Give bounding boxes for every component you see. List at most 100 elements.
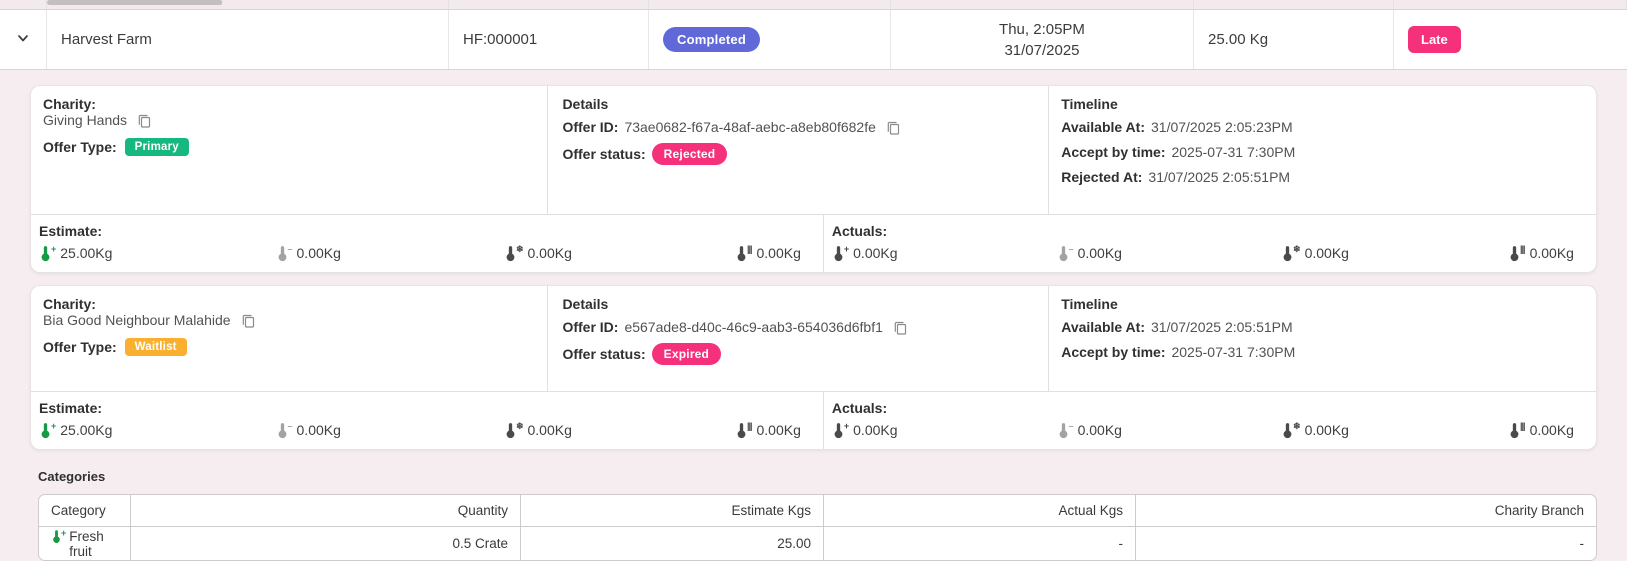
offer-status-badge: Expired bbox=[652, 343, 721, 365]
thermometer-steam-icon: ||| bbox=[1508, 422, 1525, 439]
thermometer-frozen-icon: ❄ bbox=[1281, 245, 1300, 262]
col-header-charity-branch: Charity Branch bbox=[1136, 495, 1596, 526]
thermometer-steam-icon: ||| bbox=[1508, 245, 1525, 262]
donation-row: Harvest Farm HF:000001 Completed Thu, 2:… bbox=[0, 10, 1627, 70]
actual-ambient: + 0.00Kg bbox=[832, 245, 898, 262]
estimate-label: Estimate: bbox=[39, 400, 801, 416]
offer-type-badge: Primary bbox=[125, 138, 189, 156]
donor-name: Harvest Farm bbox=[47, 10, 449, 69]
timeline-section: Timeline Available At: 31/07/2025 2:05:5… bbox=[1048, 286, 1596, 391]
quantity-cell: 0.5 Crate bbox=[131, 527, 521, 560]
thermometer-frozen-icon: ❄ bbox=[1281, 422, 1300, 439]
col-header-category: Category bbox=[39, 495, 131, 526]
donation-datetime: Thu, 2:05PM 31/07/2025 bbox=[891, 10, 1194, 69]
donation-status-cell: Completed bbox=[649, 10, 891, 69]
actual-chilled: – 0.00Kg bbox=[1057, 245, 1122, 262]
offer-status-label: Offer status: bbox=[562, 146, 645, 162]
timeline-row-label: Available At: bbox=[1061, 119, 1145, 135]
timeline-row-value: 31/07/2025 2:05:51PM bbox=[1151, 319, 1293, 335]
col-header-quantity: Quantity bbox=[131, 495, 521, 526]
timeline-section: Timeline Available At: 31/07/2025 2:05:2… bbox=[1048, 86, 1596, 214]
offer-type-badge: Waitlist bbox=[125, 338, 187, 356]
actual-frozen: ❄ 0.00Kg bbox=[1281, 245, 1349, 262]
estimate-chilled: – 0.00Kg bbox=[276, 245, 341, 262]
actual-hot: ||| 0.00Kg bbox=[1508, 245, 1574, 262]
timeline-row-value: 2025-07-31 7:30PM bbox=[1171, 144, 1295, 160]
categories-title: Categories bbox=[38, 469, 1597, 484]
charity-section: Charity: Giving Hands Offer Type: Primar… bbox=[31, 86, 547, 214]
timeline-row-label: Accept by time: bbox=[1061, 344, 1165, 360]
category-row: + Fresh fruit 0.5 Crate 25.00 - - bbox=[39, 527, 1596, 560]
actual-chilled: – 0.00Kg bbox=[1057, 422, 1122, 439]
donation-code: HF:000001 bbox=[449, 10, 649, 69]
late-badge: Late bbox=[1408, 26, 1461, 53]
estimate-label: Estimate: bbox=[39, 223, 801, 239]
estimate-frozen: ❄ 0.00Kg bbox=[504, 245, 572, 262]
estimate-chilled: – 0.00Kg bbox=[276, 422, 341, 439]
expand-row-button[interactable] bbox=[0, 10, 47, 69]
copy-icon[interactable] bbox=[241, 313, 255, 328]
col-header-estimate-kgs: Estimate Kgs bbox=[521, 495, 824, 526]
actuals-section: Actuals: + 0.00Kg – 0.00Kg ❄ 0.00Kg bbox=[823, 392, 1596, 449]
timeline-row-value: 2025-07-31 7:30PM bbox=[1171, 344, 1295, 360]
categories-header-row: Category Quantity Estimate Kgs Actual Kg… bbox=[39, 495, 1596, 527]
actual-kgs-cell: - bbox=[824, 527, 1136, 560]
thermometer-frozen-icon: ❄ bbox=[504, 245, 523, 262]
actuals-label: Actuals: bbox=[832, 223, 1574, 239]
estimate-section: Estimate: + 25.00Kg – 0.00Kg ❄ 0.00Kg bbox=[31, 392, 823, 449]
estimate-hot: ||| 0.00Kg bbox=[735, 422, 801, 439]
details-section: Details Offer ID: 73ae0682-f67a-48af-aeb… bbox=[547, 86, 1048, 214]
thermometer-steam-icon: ||| bbox=[735, 245, 752, 262]
actual-frozen: ❄ 0.00Kg bbox=[1281, 422, 1349, 439]
timeline-row-label: Accept by time: bbox=[1061, 144, 1165, 160]
details-title: Details bbox=[562, 296, 1034, 312]
copy-icon[interactable] bbox=[893, 320, 907, 335]
copy-icon[interactable] bbox=[886, 120, 900, 135]
offer-id-label: Offer ID: bbox=[562, 319, 618, 335]
donation-time: Thu, 2:05PM bbox=[999, 19, 1085, 40]
estimate-kgs-cell: 25.00 bbox=[521, 527, 824, 560]
charity-name: Bia Good Neighbour Malahide bbox=[43, 312, 231, 328]
offer-type-label: Offer Type: bbox=[43, 139, 117, 155]
estimate-hot: ||| 0.00Kg bbox=[735, 245, 801, 262]
thermometer-minus-icon: – bbox=[1057, 422, 1073, 439]
thermometer-minus-icon: – bbox=[276, 422, 292, 439]
charity-label: Charity: bbox=[43, 96, 533, 112]
thermometer-plus-icon: + bbox=[39, 245, 55, 262]
thermometer-plus-icon: + bbox=[832, 422, 848, 439]
donation-date: 31/07/2025 bbox=[999, 40, 1085, 61]
actual-hot: ||| 0.00Kg bbox=[1508, 422, 1574, 439]
charity-section: Charity: Bia Good Neighbour Malahide Off… bbox=[31, 286, 547, 391]
actuals-section: Actuals: + 0.00Kg – 0.00Kg ❄ 0.00Kg bbox=[823, 215, 1596, 272]
expanded-detail-panel: Charity: Giving Hands Offer Type: Primar… bbox=[0, 70, 1627, 561]
offer-id-label: Offer ID: bbox=[562, 119, 618, 135]
offer-id-value: 73ae0682-f67a-48af-aebc-a8eb80f682fe bbox=[624, 119, 875, 135]
chevron-down-icon bbox=[16, 31, 30, 49]
offer-card: Charity: Giving Hands Offer Type: Primar… bbox=[30, 85, 1597, 273]
estimate-frozen: ❄ 0.00Kg bbox=[504, 422, 572, 439]
offer-id-value: e567ade8-d40c-46c9-aab3-654036d6fbf1 bbox=[624, 319, 882, 335]
timeline-row-value: 31/07/2025 2:05:23PM bbox=[1151, 119, 1293, 135]
thermometer-plus-icon: + bbox=[832, 245, 848, 262]
donation-weight: 25.00 Kg bbox=[1194, 10, 1394, 69]
thermometer-minus-icon: – bbox=[1057, 245, 1073, 262]
details-title: Details bbox=[562, 96, 1034, 112]
charity-label: Charity: bbox=[43, 296, 533, 312]
estimate-ambient: + 25.00Kg bbox=[39, 422, 112, 439]
timing-cell: Late bbox=[1394, 10, 1627, 69]
actuals-label: Actuals: bbox=[832, 400, 1574, 416]
offer-type-label: Offer Type: bbox=[43, 339, 117, 355]
estimate-ambient: + 25.00Kg bbox=[39, 245, 112, 262]
horizontal-scrollbar-thumb[interactable] bbox=[47, 0, 223, 5]
timeline-row-label: Rejected At: bbox=[1061, 169, 1142, 185]
category-cell: + Fresh fruit bbox=[39, 527, 131, 560]
copy-icon[interactable] bbox=[137, 113, 151, 128]
timeline-row-label: Available At: bbox=[1061, 319, 1145, 335]
thermometer-minus-icon: – bbox=[276, 245, 292, 262]
details-section: Details Offer ID: e567ade8-d40c-46c9-aab… bbox=[547, 286, 1048, 391]
categories-table: Category Quantity Estimate Kgs Actual Kg… bbox=[38, 494, 1597, 561]
donation-offers-screen: Harvest Farm HF:000001 Completed Thu, 2:… bbox=[0, 0, 1627, 558]
charity-branch-cell: - bbox=[1136, 527, 1596, 560]
timeline-title: Timeline bbox=[1061, 296, 1582, 312]
thermometer-plus-icon: + bbox=[51, 529, 65, 544]
